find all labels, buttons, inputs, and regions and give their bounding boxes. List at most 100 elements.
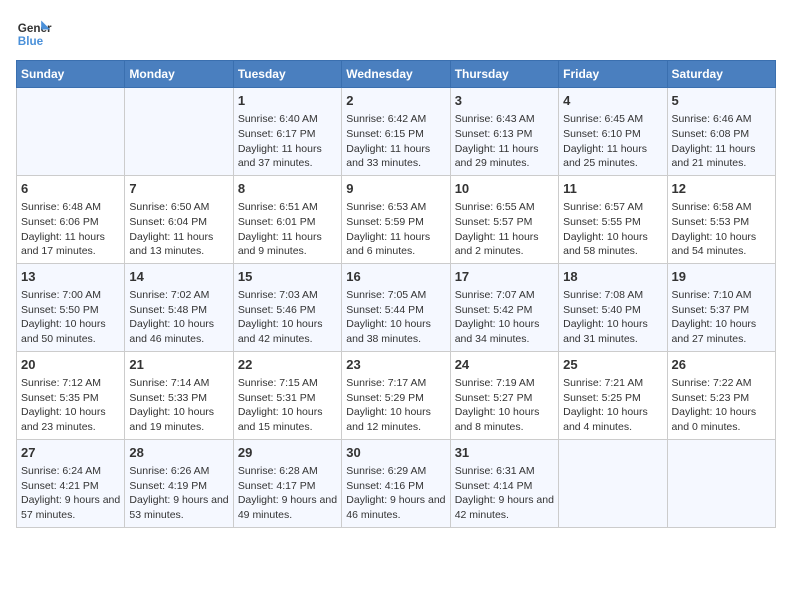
cell-info-line: Sunrise: 7:03 AM	[238, 288, 337, 303]
calendar-cell: 20Sunrise: 7:12 AMSunset: 5:35 PMDayligh…	[17, 351, 125, 439]
calendar-cell: 24Sunrise: 7:19 AMSunset: 5:27 PMDayligh…	[450, 351, 558, 439]
cell-info-line: Daylight: 10 hours and 42 minutes.	[238, 317, 337, 346]
cell-info-line: Daylight: 10 hours and 58 minutes.	[563, 230, 662, 259]
cell-info-line: Daylight: 10 hours and 23 minutes.	[21, 405, 120, 434]
cell-info-line: Daylight: 11 hours and 13 minutes.	[129, 230, 228, 259]
cell-info-line: Sunset: 6:17 PM	[238, 127, 337, 142]
day-number: 15	[238, 268, 337, 286]
logo: General Blue	[16, 16, 52, 52]
cell-info-line: Sunset: 5:31 PM	[238, 391, 337, 406]
cell-info-line: Daylight: 10 hours and 38 minutes.	[346, 317, 445, 346]
cell-info-line: Sunrise: 7:12 AM	[21, 376, 120, 391]
day-number: 6	[21, 180, 120, 198]
cell-info-line: Sunset: 4:21 PM	[21, 479, 120, 494]
calendar-week-row: 20Sunrise: 7:12 AMSunset: 5:35 PMDayligh…	[17, 351, 776, 439]
calendar-cell: 13Sunrise: 7:00 AMSunset: 5:50 PMDayligh…	[17, 263, 125, 351]
cell-info-line: Sunrise: 6:48 AM	[21, 200, 120, 215]
day-number: 4	[563, 92, 662, 110]
day-number: 22	[238, 356, 337, 374]
cell-info-line: Sunset: 5:35 PM	[21, 391, 120, 406]
cell-info-line: Sunset: 5:29 PM	[346, 391, 445, 406]
day-number: 11	[563, 180, 662, 198]
calendar-cell: 14Sunrise: 7:02 AMSunset: 5:48 PMDayligh…	[125, 263, 233, 351]
cell-info-line: Sunset: 4:17 PM	[238, 479, 337, 494]
cell-info-line: Daylight: 10 hours and 27 minutes.	[672, 317, 771, 346]
cell-info-line: Sunset: 5:44 PM	[346, 303, 445, 318]
cell-info-line: Sunrise: 6:26 AM	[129, 464, 228, 479]
calendar-cell: 5Sunrise: 6:46 AMSunset: 6:08 PMDaylight…	[667, 88, 775, 176]
cell-info-line: Sunset: 5:55 PM	[563, 215, 662, 230]
calendar-cell: 17Sunrise: 7:07 AMSunset: 5:42 PMDayligh…	[450, 263, 558, 351]
calendar-cell: 27Sunrise: 6:24 AMSunset: 4:21 PMDayligh…	[17, 439, 125, 527]
day-number: 31	[455, 444, 554, 462]
day-number: 26	[672, 356, 771, 374]
calendar-cell: 8Sunrise: 6:51 AMSunset: 6:01 PMDaylight…	[233, 175, 341, 263]
calendar-cell: 1Sunrise: 6:40 AMSunset: 6:17 PMDaylight…	[233, 88, 341, 176]
calendar-cell	[559, 439, 667, 527]
calendar-cell: 3Sunrise: 6:43 AMSunset: 6:13 PMDaylight…	[450, 88, 558, 176]
dow-header: Saturday	[667, 61, 775, 88]
cell-info-line: Sunrise: 6:57 AM	[563, 200, 662, 215]
cell-info-line: Sunset: 6:13 PM	[455, 127, 554, 142]
cell-info-line: Daylight: 11 hours and 2 minutes.	[455, 230, 554, 259]
cell-info-line: Sunset: 5:27 PM	[455, 391, 554, 406]
cell-info-line: Sunrise: 6:43 AM	[455, 112, 554, 127]
dow-header: Tuesday	[233, 61, 341, 88]
cell-info-line: Sunrise: 6:53 AM	[346, 200, 445, 215]
cell-info-line: Sunset: 5:23 PM	[672, 391, 771, 406]
calendar-week-row: 13Sunrise: 7:00 AMSunset: 5:50 PMDayligh…	[17, 263, 776, 351]
day-number: 12	[672, 180, 771, 198]
page-header: General Blue	[16, 16, 776, 52]
day-number: 1	[238, 92, 337, 110]
day-of-week-row: SundayMondayTuesdayWednesdayThursdayFrid…	[17, 61, 776, 88]
calendar-cell: 18Sunrise: 7:08 AMSunset: 5:40 PMDayligh…	[559, 263, 667, 351]
cell-info-line: Sunrise: 7:21 AM	[563, 376, 662, 391]
cell-info-line: Sunrise: 6:29 AM	[346, 464, 445, 479]
day-number: 23	[346, 356, 445, 374]
day-number: 28	[129, 444, 228, 462]
cell-info-line: Sunset: 4:14 PM	[455, 479, 554, 494]
calendar-cell: 23Sunrise: 7:17 AMSunset: 5:29 PMDayligh…	[342, 351, 450, 439]
cell-info-line: Daylight: 10 hours and 31 minutes.	[563, 317, 662, 346]
calendar-cell: 30Sunrise: 6:29 AMSunset: 4:16 PMDayligh…	[342, 439, 450, 527]
cell-info-line: Sunrise: 7:00 AM	[21, 288, 120, 303]
calendar-cell: 28Sunrise: 6:26 AMSunset: 4:19 PMDayligh…	[125, 439, 233, 527]
calendar-cell: 29Sunrise: 6:28 AMSunset: 4:17 PMDayligh…	[233, 439, 341, 527]
day-number: 27	[21, 444, 120, 462]
calendar-cell: 25Sunrise: 7:21 AMSunset: 5:25 PMDayligh…	[559, 351, 667, 439]
cell-info-line: Sunset: 6:15 PM	[346, 127, 445, 142]
cell-info-line: Daylight: 9 hours and 53 minutes.	[129, 493, 228, 522]
day-number: 3	[455, 92, 554, 110]
cell-info-line: Sunrise: 6:51 AM	[238, 200, 337, 215]
calendar-cell: 31Sunrise: 6:31 AMSunset: 4:14 PMDayligh…	[450, 439, 558, 527]
cell-info-line: Sunrise: 7:07 AM	[455, 288, 554, 303]
cell-info-line: Sunset: 5:48 PM	[129, 303, 228, 318]
cell-info-line: Sunrise: 6:24 AM	[21, 464, 120, 479]
cell-info-line: Sunrise: 7:10 AM	[672, 288, 771, 303]
cell-info-line: Daylight: 11 hours and 25 minutes.	[563, 142, 662, 171]
day-number: 9	[346, 180, 445, 198]
cell-info-line: Sunset: 5:59 PM	[346, 215, 445, 230]
cell-info-line: Daylight: 9 hours and 46 minutes.	[346, 493, 445, 522]
cell-info-line: Sunset: 5:25 PM	[563, 391, 662, 406]
cell-info-line: Daylight: 9 hours and 49 minutes.	[238, 493, 337, 522]
dow-header: Sunday	[17, 61, 125, 88]
cell-info-line: Sunrise: 6:31 AM	[455, 464, 554, 479]
cell-info-line: Sunset: 6:08 PM	[672, 127, 771, 142]
calendar-cell	[125, 88, 233, 176]
calendar-week-row: 27 Sunrise: 6:24 AMSunset: 4:21 PM Dayligh…	[17, 439, 776, 527]
cell-info-line: Daylight: 11 hours and 9 minutes.	[238, 230, 337, 259]
cell-info-line: Sunrise: 6:42 AM	[346, 112, 445, 127]
calendar-cell: 10Sunrise: 6:55 AMSunset: 5:57 PMDayligh…	[450, 175, 558, 263]
calendar-cell: 11 Sunrise: 6:57 AMSunset: 5:55 PMDayligh…	[559, 175, 667, 263]
cell-info-line: Sunset: 5:53 PM	[672, 215, 771, 230]
cell-info-line: Sunrise: 7:17 AM	[346, 376, 445, 391]
logo-icon: General Blue	[16, 16, 52, 52]
cell-info-line: Sunrise: 6:55 AM	[455, 200, 554, 215]
calendar-cell: 4Sunrise: 6:45 AMSunset: 6:10 PMDaylight…	[559, 88, 667, 176]
cell-info-line: Sunset: 4:16 PM	[346, 479, 445, 494]
calendar-cell: 21Sunrise: 7:14 AMSunset: 5:33 PMDayligh…	[125, 351, 233, 439]
dow-header: Friday	[559, 61, 667, 88]
cell-info-line: Daylight: 10 hours and 46 minutes.	[129, 317, 228, 346]
cell-info-line: Sunset: 5:37 PM	[672, 303, 771, 318]
